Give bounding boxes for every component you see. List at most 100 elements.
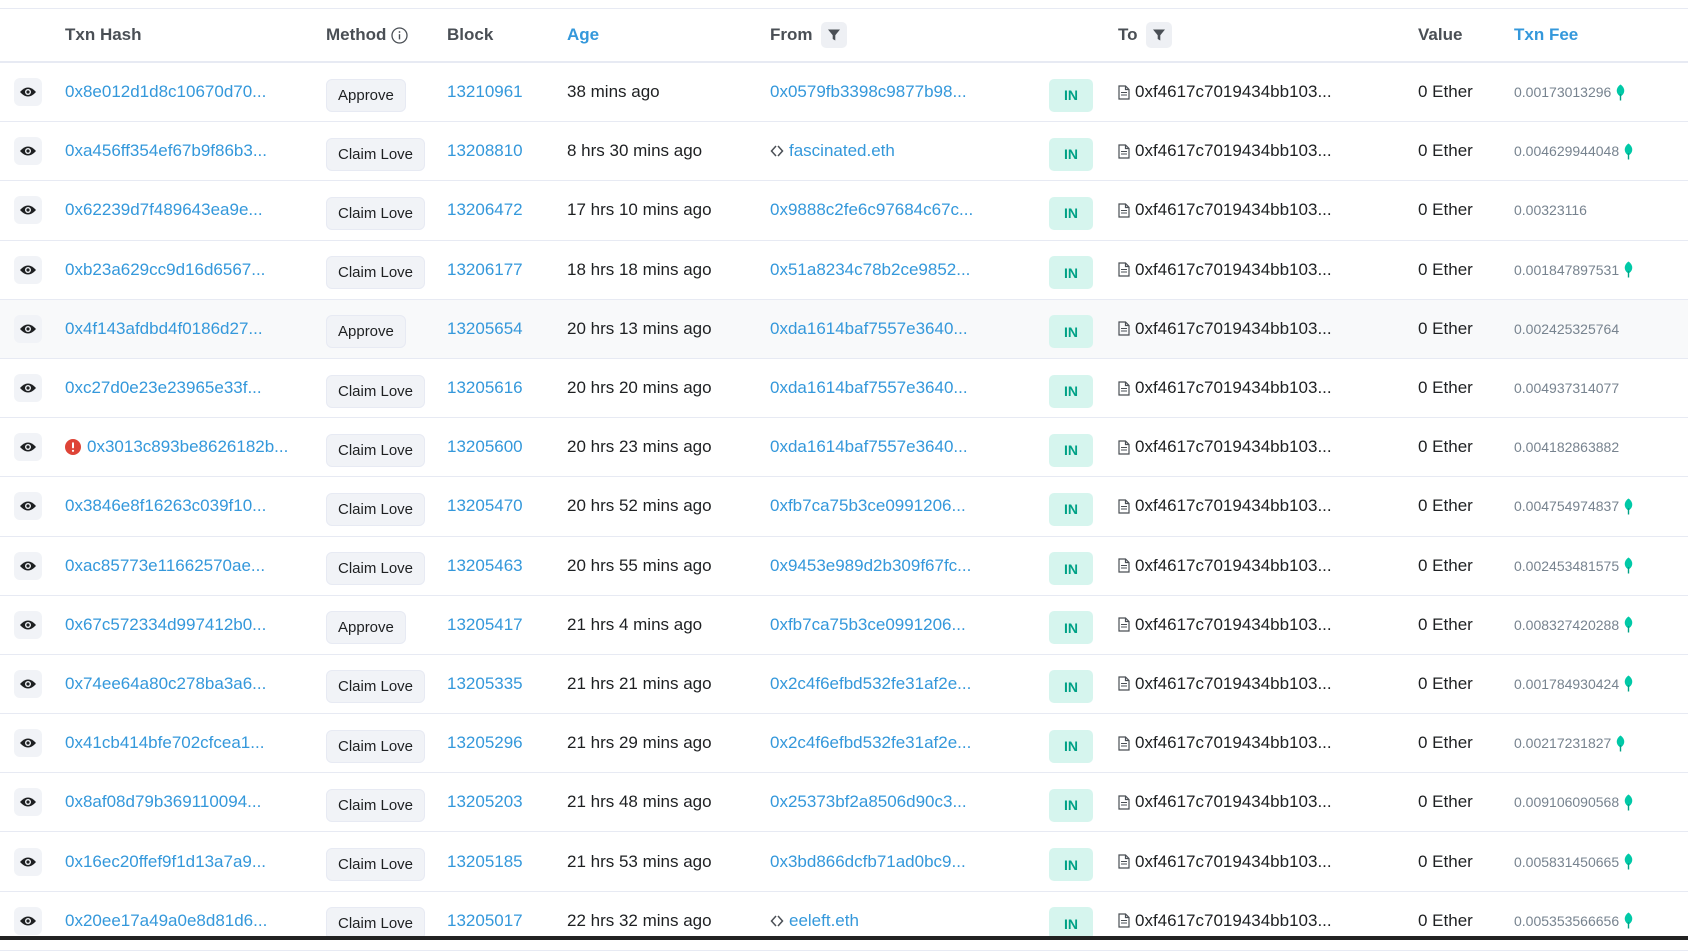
row-to-cell: 0xf4617c7019434bb103...	[1118, 773, 1332, 831]
row-from-cell: fascinated.eth	[770, 122, 895, 180]
from-address-link[interactable]: 0x51a8234c78b2ce9852...	[770, 260, 970, 280]
txn-hash-link[interactable]: 0x8e012d1d8c10670d70...	[65, 82, 266, 102]
from-address-link[interactable]: 0xfb7ca75b3ce0991206...	[770, 496, 966, 516]
txn-hash-link[interactable]: 0xc27d0e23e23965e33f...	[65, 378, 262, 398]
row-method-cell: Claim Love	[326, 241, 426, 299]
from-address-link[interactable]: fascinated.eth	[789, 141, 895, 161]
from-address-link[interactable]: eeleft.eth	[789, 911, 859, 931]
header-txn-fee-toggle[interactable]: Txn Fee	[1514, 9, 1578, 61]
block-link[interactable]: 13205017	[447, 911, 523, 931]
row-to-cell: 0xf4617c7019434bb103...	[1118, 892, 1332, 950]
block-link[interactable]: 13205654	[447, 319, 523, 339]
txn-hash-link[interactable]: 0x16ec20ffef9f1d13a7a9...	[65, 852, 266, 872]
to-address: 0xf4617c7019434bb103...	[1135, 82, 1332, 102]
block-link[interactable]: 13205616	[447, 378, 523, 398]
block-link[interactable]: 13208810	[447, 141, 523, 161]
row-from-cell: 0x25373bf2a8506d90c3...	[770, 773, 967, 831]
eye-icon[interactable]	[14, 314, 42, 343]
row-age: 38 mins ago	[567, 82, 660, 102]
block-link[interactable]: 13210961	[447, 82, 523, 102]
from-address-link[interactable]: 0x0579fb3398c9877b98...	[770, 82, 967, 102]
eye-icon[interactable]	[14, 729, 42, 758]
txn-fee: 0.004629944048	[1514, 143, 1620, 160]
eye-icon[interactable]	[14, 433, 42, 462]
eye-icon[interactable]	[14, 610, 42, 639]
header-to-label: To	[1118, 25, 1138, 44]
from-address-link[interactable]: 0x2c4f6efbd532fe31af2e...	[770, 733, 971, 753]
contract-icon	[1118, 736, 1130, 751]
eye-icon[interactable]	[14, 669, 42, 698]
txn-hash-link[interactable]: 0x8af08d79b369110094...	[65, 792, 261, 812]
row-method-cell: Claim Love	[326, 537, 426, 595]
block-link[interactable]: 13205600	[447, 437, 523, 457]
row-hash-cell: 0x67c572334d997412b0...	[65, 596, 266, 654]
row-fee-cell: 0.002453481575	[1514, 537, 1634, 595]
eye-icon[interactable]	[14, 137, 42, 166]
txn-fee: 0.002425325764	[1514, 320, 1620, 337]
info-icon[interactable]	[391, 26, 409, 44]
txn-hash-link[interactable]: 0xac85773e11662570ae...	[65, 556, 265, 576]
from-address-link[interactable]: 0x3bd866dcfb71ad0bc9...	[770, 852, 966, 872]
from-address-link[interactable]: 0x25373bf2a8506d90c3...	[770, 792, 967, 812]
block-link[interactable]: 13205203	[447, 792, 523, 812]
eye-icon[interactable]	[14, 492, 42, 521]
block-link[interactable]: 13205417	[447, 615, 523, 635]
from-address-link[interactable]: 0xda1614baf7557e3640...	[770, 437, 968, 457]
block-link[interactable]: 13205185	[447, 852, 523, 872]
row-method-cell: Approve	[326, 300, 406, 358]
row-age: 18 hrs 18 mins ago	[567, 259, 712, 279]
row-fee-cell: 0.001784930424	[1514, 655, 1634, 713]
header-age-toggle[interactable]: Age	[567, 9, 599, 61]
txn-fee: 0.005353566656	[1514, 912, 1620, 929]
block-link[interactable]: 13206177	[447, 260, 523, 280]
table-row: 0x8e012d1d8c10670d70... Approve 13210961…	[0, 63, 1688, 123]
header-method: Method	[326, 9, 409, 61]
eye-icon[interactable]	[14, 255, 42, 284]
row-direction-cell: IN	[1049, 241, 1093, 299]
eye-icon[interactable]	[14, 551, 42, 580]
row-block-cell: 13205654	[447, 300, 523, 358]
direction-badge: IN	[1049, 256, 1093, 290]
eye-icon[interactable]	[14, 374, 42, 403]
contract-icon	[1118, 203, 1130, 218]
txn-hash-link[interactable]: 0xa456ff354ef67b9f86b3...	[65, 141, 267, 161]
row-direction-cell: IN	[1049, 655, 1093, 713]
row-direction-cell: IN	[1049, 773, 1093, 831]
eye-icon[interactable]	[14, 788, 42, 817]
eye-icon[interactable]	[14, 78, 42, 107]
txn-hash-link[interactable]: 0x62239d7f489643ea9e...	[65, 200, 263, 220]
method-badge: Claim Love	[326, 196, 426, 230]
txn-hash-link[interactable]: 0x41cb414bfe702cfcea1...	[65, 733, 264, 753]
leaf-icon	[1623, 912, 1634, 929]
from-address-link[interactable]: 0xfb7ca75b3ce0991206...	[770, 615, 966, 635]
from-address-link[interactable]: 0x9453e989d2b309f67fc...	[770, 556, 971, 576]
txn-hash-link[interactable]: 0x3846e8f16263c039f10...	[65, 496, 266, 516]
block-link[interactable]: 13205296	[447, 733, 523, 753]
direction-badge: IN	[1049, 552, 1093, 586]
from-address-link[interactable]: 0xda1614baf7557e3640...	[770, 319, 968, 339]
txn-hash-link[interactable]: 0x20ee17a49a0e8d81d6...	[65, 911, 267, 931]
filter-icon[interactable]	[1145, 22, 1172, 48]
block-link[interactable]: 13206472	[447, 200, 523, 220]
txn-hash-link[interactable]: 0x3013c893be8626182b...	[87, 437, 288, 457]
bottom-border	[0, 936, 1688, 940]
txn-hash-link[interactable]: 0x4f143afdbd4f0186d27...	[65, 319, 263, 339]
from-address-link[interactable]: 0x9888c2fe6c97684c67c...	[770, 200, 973, 220]
from-address-link[interactable]: 0xda1614baf7557e3640...	[770, 378, 968, 398]
txn-hash-link[interactable]: 0xb23a629cc9d16d6567...	[65, 260, 265, 280]
filter-icon[interactable]	[820, 22, 847, 48]
from-address-link[interactable]: 0x2c4f6efbd532fe31af2e...	[770, 674, 971, 694]
eye-icon[interactable]	[14, 196, 42, 225]
eye-icon[interactable]	[14, 906, 42, 935]
block-link[interactable]: 13205463	[447, 556, 523, 576]
block-link[interactable]: 13205335	[447, 674, 523, 694]
leaf-icon	[1623, 498, 1634, 515]
txn-hash-link[interactable]: 0x67c572334d997412b0...	[65, 615, 266, 635]
txn-hash-link[interactable]: 0x74ee64a80c278ba3a6...	[65, 674, 266, 694]
row-method-cell: Claim Love	[326, 418, 426, 476]
row-fee-cell: 0.005353566656	[1514, 892, 1634, 950]
block-link[interactable]: 13205470	[447, 496, 523, 516]
row-block-cell: 13206472	[447, 181, 523, 239]
eye-icon[interactable]	[14, 847, 42, 876]
contract-icon	[1118, 499, 1130, 514]
